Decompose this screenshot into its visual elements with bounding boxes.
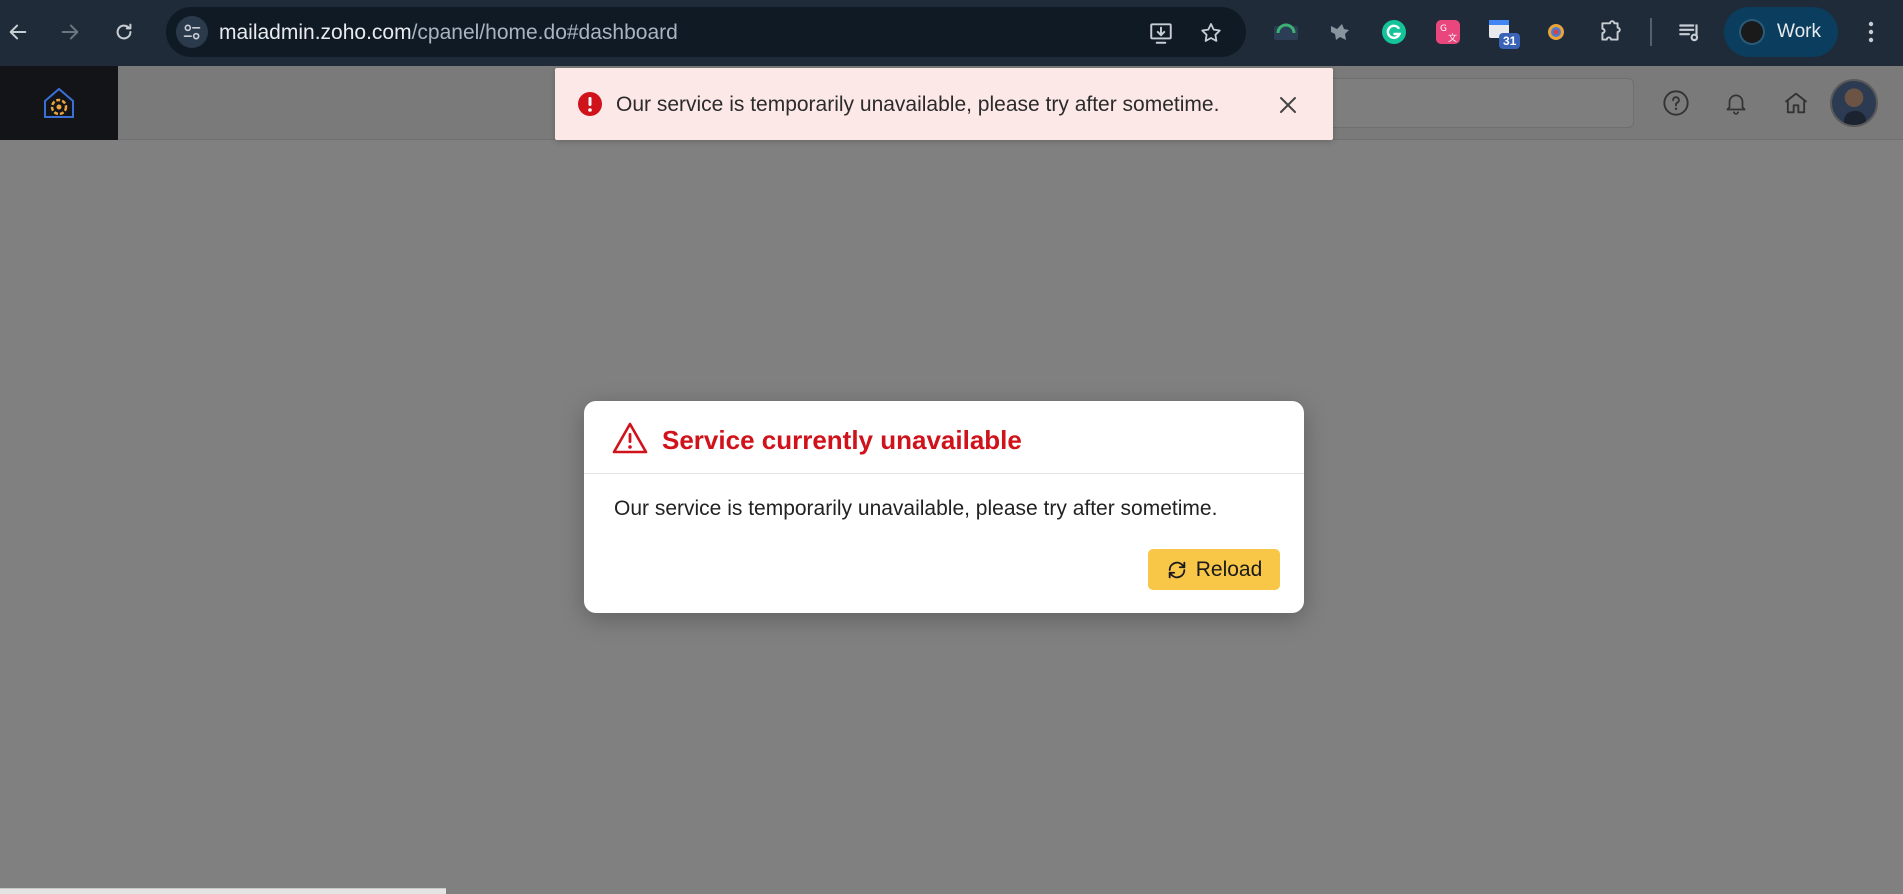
tune-icon bbox=[183, 24, 201, 40]
profile-label: Work bbox=[1777, 21, 1821, 42]
puzzle-icon bbox=[1601, 20, 1621, 41]
install-app-button[interactable] bbox=[1148, 20, 1174, 46]
queue-music-icon bbox=[1679, 24, 1699, 42]
extension-fox[interactable] bbox=[1325, 17, 1355, 47]
address-bar[interactable]: mailadmin.zoho.com/cpanel/home.do#dashbo… bbox=[166, 7, 1246, 57]
toast-message: Our service is temporarily unavailable, … bbox=[616, 93, 1220, 116]
toolbar-divider bbox=[1650, 18, 1652, 46]
profile-avatar-icon bbox=[1739, 19, 1765, 45]
forward-button[interactable] bbox=[52, 14, 88, 50]
admin-console-logo-icon bbox=[44, 87, 74, 118]
extension-monitor[interactable] bbox=[1271, 17, 1301, 47]
url-host: mailadmin.zoho.com bbox=[219, 21, 412, 44]
grammarly-icon bbox=[1382, 20, 1406, 44]
help-icon bbox=[1663, 90, 1689, 116]
reload-label: Reload bbox=[1195, 557, 1263, 581]
app-logo[interactable] bbox=[0, 66, 118, 140]
back-button[interactable] bbox=[0, 14, 36, 50]
svg-text:G: G bbox=[1440, 24, 1447, 34]
bottom-panel-strip bbox=[0, 888, 446, 894]
extension-chromium[interactable] bbox=[1541, 17, 1571, 47]
bookmark-button[interactable] bbox=[1198, 20, 1224, 46]
reload-button[interactable]: Reload bbox=[1148, 549, 1280, 590]
extension-grammarly[interactable] bbox=[1379, 17, 1409, 47]
url-text[interactable]: mailadmin.zoho.com/cpanel/home.do#dashbo… bbox=[219, 21, 678, 45]
error-toast: Our service is temporarily unavailable, … bbox=[555, 68, 1333, 140]
user-avatar[interactable] bbox=[1830, 79, 1878, 127]
toast-close-button[interactable] bbox=[1273, 90, 1303, 120]
refresh-icon bbox=[116, 23, 132, 40]
dialog-header: Service currently unavailable bbox=[584, 401, 1304, 474]
close-icon bbox=[1280, 97, 1296, 113]
monitor-ext-icon bbox=[1274, 23, 1298, 40]
extension-translate[interactable]: G文 bbox=[1433, 17, 1463, 47]
star-icon bbox=[1201, 23, 1221, 42]
reload-page-button[interactable] bbox=[106, 14, 142, 50]
extensions-menu-button[interactable] bbox=[1595, 17, 1625, 47]
install-icon bbox=[1150, 23, 1172, 44]
site-info-button[interactable] bbox=[176, 16, 208, 48]
bell-icon bbox=[1726, 94, 1746, 115]
dialog-message: Our service is temporarily unavailable, … bbox=[614, 497, 1218, 520]
home-button[interactable] bbox=[1778, 85, 1814, 121]
media-controls-button[interactable] bbox=[1675, 17, 1705, 47]
fox-ext-icon bbox=[1331, 24, 1349, 40]
svg-text:文: 文 bbox=[1448, 32, 1457, 44]
notifications-button[interactable] bbox=[1718, 85, 1754, 121]
translate-ext-icon: G文 bbox=[1436, 20, 1460, 44]
back-arrow-icon bbox=[9, 24, 27, 40]
profile-button[interactable]: Work bbox=[1724, 7, 1838, 57]
browser-toolbar: mailadmin.zoho.com/cpanel/home.do#dashbo… bbox=[0, 0, 1903, 66]
warning-icon bbox=[612, 422, 648, 454]
error-icon bbox=[578, 92, 602, 116]
dialog-title: Service currently unavailable bbox=[662, 425, 1022, 455]
url-path: /cpanel/home.do#dashboard bbox=[411, 21, 678, 44]
home-icon bbox=[1784, 92, 1808, 114]
browser-menu-button[interactable] bbox=[1856, 17, 1886, 47]
service-unavailable-dialog: Service currently unavailable Our servic… bbox=[584, 401, 1304, 613]
sync-icon bbox=[1168, 561, 1185, 578]
extension-calendar[interactable]: 31 bbox=[1487, 17, 1521, 49]
forward-arrow-icon bbox=[61, 24, 79, 40]
help-button[interactable] bbox=[1658, 85, 1694, 121]
chromium-ext-icon bbox=[1548, 24, 1564, 40]
calendar-badge: 31 bbox=[1499, 33, 1521, 49]
kebab-menu-icon bbox=[1868, 21, 1874, 43]
